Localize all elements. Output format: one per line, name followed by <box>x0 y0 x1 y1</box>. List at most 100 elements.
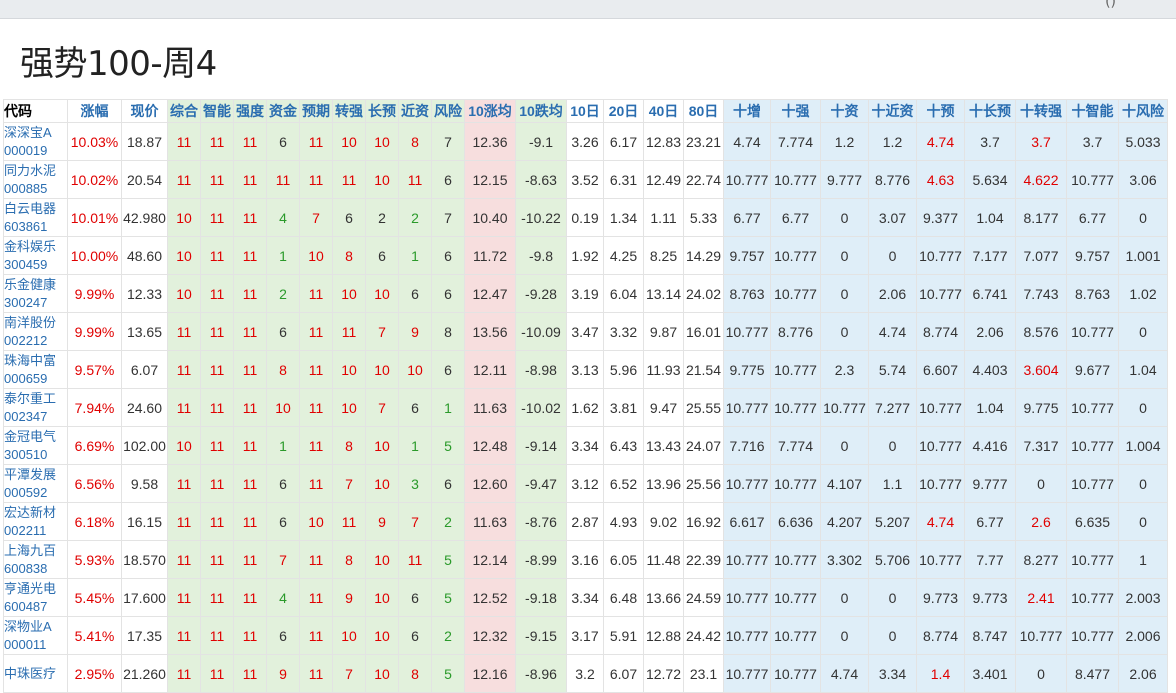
table-cell: 9.02 <box>643 502 684 541</box>
stock-cell[interactable]: 深物业A 000011 <box>3 616 68 655</box>
column-header-2[interactable]: 涨幅 <box>67 99 122 123</box>
column-header-7[interactable]: 资金 <box>266 99 300 123</box>
stock-name[interactable]: 平潭发展 <box>5 466 67 484</box>
column-header-26[interactable]: 十智能 <box>1066 99 1119 123</box>
table-row[interactable]: 平潭发展 000592 6.56% 9.58 11 11 11 6 11 7 10 3 6 12.60 -9… <box>3 464 1168 503</box>
column-header-19[interactable]: 十增 <box>723 99 771 123</box>
stock-cell[interactable]: 平潭发展 000592 <box>3 464 68 503</box>
stock-name[interactable]: 白云电器 <box>5 200 67 218</box>
stock-code[interactable]: 300459 <box>5 256 67 274</box>
stock-name[interactable]: 珠海中富 <box>5 352 67 370</box>
table-cell: 6.617 <box>723 502 771 541</box>
column-header-25[interactable]: 十转强 <box>1015 99 1067 123</box>
column-header-11[interactable]: 近资 <box>398 99 432 123</box>
table-cell: -10.09 <box>515 312 567 351</box>
table-cell: -9.14 <box>515 426 567 465</box>
stock-cell[interactable]: 珠海中富 000659 <box>3 350 68 389</box>
stock-cell[interactable]: 金冠电气 300510 <box>3 426 68 465</box>
stock-cell[interactable]: 同力水泥 000885 <box>3 160 68 199</box>
stock-code[interactable]: 000659 <box>5 370 67 388</box>
stock-name[interactable]: 深深宝A <box>5 124 67 142</box>
stock-name[interactable]: 中珠医疗 <box>5 665 67 683</box>
stock-name[interactable]: 深物业A <box>5 618 67 636</box>
column-header-24[interactable]: 十长预 <box>964 99 1016 123</box>
column-header-1[interactable]: 代码 <box>3 99 68 123</box>
column-header-5[interactable]: 智能 <box>200 99 234 123</box>
stock-name[interactable]: 同力水泥 <box>5 162 67 180</box>
stock-name[interactable]: 金科娱乐 <box>5 238 67 256</box>
stock-code[interactable]: 600838 <box>5 560 67 578</box>
stock-cell[interactable]: 深深宝A 000019 <box>3 122 68 161</box>
column-header-4[interactable]: 综合 <box>167 99 201 123</box>
stock-name[interactable]: 亨通光电 <box>5 580 67 598</box>
stock-name[interactable]: 上海九百 <box>5 542 67 560</box>
table-cell: 1.001 <box>1118 236 1168 275</box>
table-row[interactable]: 同力水泥 000885 10.02% 20.54 11 11 11 11 11 11 10 11 6 12… <box>3 160 1168 199</box>
table-cell: 3.12 <box>566 464 604 503</box>
table-row[interactable]: 亨通光电 600487 5.45% 17.600 11 11 11 4 11 9 10 6 5 12.52… <box>3 578 1168 617</box>
stock-code[interactable]: 000011 <box>5 636 67 654</box>
table-cell: 3.32 <box>603 312 644 351</box>
column-header-10[interactable]: 长预 <box>365 99 399 123</box>
column-header-21[interactable]: 十资 <box>820 99 869 123</box>
table-cell: 5.33 <box>683 198 724 237</box>
column-header-22[interactable]: 十近资 <box>868 99 917 123</box>
stock-cell[interactable]: 泰尔重工 002347 <box>3 388 68 427</box>
table-row[interactable]: 白云电器 603861 10.01% 42.980 10 11 11 4 7 6 2 2 7 10.40-… <box>3 198 1168 237</box>
table-row[interactable]: 宏达新材 002211 6.18% 16.15 11 11 11 6 10 11 9 7 2 11.63-… <box>3 502 1168 541</box>
column-header-17[interactable]: 40日 <box>643 99 684 123</box>
table-row[interactable]: 泰尔重工 002347 7.94% 24.60 11 11 11 10 11 10 7 6 1 11.63… <box>3 388 1168 427</box>
stock-code[interactable]: 000592 <box>5 484 67 502</box>
table-row[interactable]: 金冠电气 300510 6.69% 102.00 10 11 11 1 11 8 10 1 5 12.48… <box>3 426 1168 465</box>
stock-name[interactable]: 宏达新材 <box>5 504 67 522</box>
stock-cell[interactable]: 白云电器 603861 <box>3 198 68 237</box>
stock-code[interactable]: 000885 <box>5 180 67 198</box>
stock-cell[interactable]: 金科娱乐 300459 <box>3 236 68 275</box>
column-header-8[interactable]: 预期 <box>299 99 333 123</box>
stock-cell[interactable]: 亨通光电 600487 <box>3 578 68 617</box>
stock-cell[interactable]: 中珠医疗 <box>3 654 68 693</box>
column-header-15[interactable]: 10日 <box>566 99 604 123</box>
table-cell: 11 <box>233 236 267 275</box>
table-cell: 11 <box>200 350 234 389</box>
column-header-9[interactable]: 转强 <box>332 99 366 123</box>
stock-code[interactable]: 002212 <box>5 332 67 350</box>
stock-cell[interactable]: 南洋股份 002212 <box>3 312 68 351</box>
stock-code[interactable]: 002211 <box>5 522 67 540</box>
stock-name[interactable]: 乐金健康 <box>5 276 67 294</box>
column-header-16[interactable]: 20日 <box>603 99 644 123</box>
column-header-27[interactable]: 十风险 <box>1118 99 1168 123</box>
table-row[interactable]: 中珠医疗 2.95% 21.260 11 11 11 9 11 7 10 8 5 12.16 -8.96 3… <box>3 654 1168 693</box>
table-cell: 11 <box>200 464 234 503</box>
stock-code[interactable]: 300510 <box>5 446 67 464</box>
stock-code[interactable]: 300247 <box>5 294 67 312</box>
stock-code[interactable]: 600487 <box>5 598 67 616</box>
stock-name[interactable]: 金冠电气 <box>5 428 67 446</box>
table-row[interactable]: 南洋股份 002212 9.99% 13.65 11 11 11 6 11 11 7 9 8 13.56-… <box>3 312 1168 351</box>
table-cell: 11 <box>398 540 432 579</box>
stock-cell[interactable]: 乐金健康 300247 <box>3 274 68 313</box>
column-header-12[interactable]: 风险 <box>431 99 465 123</box>
column-header-23[interactable]: 十预 <box>916 99 965 123</box>
table-cell: 6.635 <box>1066 502 1119 541</box>
column-header-13[interactable]: 10涨均 <box>464 99 516 123</box>
column-header-14[interactable]: 10跌均 <box>515 99 567 123</box>
table-cell: 3.7 <box>1066 122 1119 161</box>
table-row[interactable]: 珠海中富 000659 9.57% 6.07 11 11 11 8 11 10 10 10 6 12.11… <box>3 350 1168 389</box>
stock-code[interactable]: 002347 <box>5 408 67 426</box>
table-row[interactable]: 上海九百 600838 5.93% 18.570 11 11 11 7 11 8 10 11 5 12.1… <box>3 540 1168 579</box>
table-row[interactable]: 金科娱乐 300459 10.00% 48.60 10 11 11 1 10 8 6 1 6 11.72-… <box>3 236 1168 275</box>
table-row[interactable]: 深深宝A 000019 10.03% 18.87 11 11 11 6 11 10 10 8 7 12.3… <box>3 122 1168 161</box>
table-row[interactable]: 乐金健康 300247 9.99% 12.33 10 11 11 2 11 10 10 6 6 12.47… <box>3 274 1168 313</box>
stock-name[interactable]: 南洋股份 <box>5 314 67 332</box>
column-header-18[interactable]: 80日 <box>683 99 724 123</box>
stock-cell[interactable]: 宏达新材 002211 <box>3 502 68 541</box>
stock-code[interactable]: 000019 <box>5 142 67 160</box>
column-header-3[interactable]: 现价 <box>121 99 168 123</box>
stock-code[interactable]: 603861 <box>5 218 67 236</box>
stock-cell[interactable]: 上海九百 600838 <box>3 540 68 579</box>
column-header-6[interactable]: 强度 <box>233 99 267 123</box>
column-header-20[interactable]: 十强 <box>770 99 821 123</box>
table-row[interactable]: 深物业A 000011 5.41% 17.35 11 11 11 6 11 10 10 6 2 12.32… <box>3 616 1168 655</box>
stock-name[interactable]: 泰尔重工 <box>5 390 67 408</box>
